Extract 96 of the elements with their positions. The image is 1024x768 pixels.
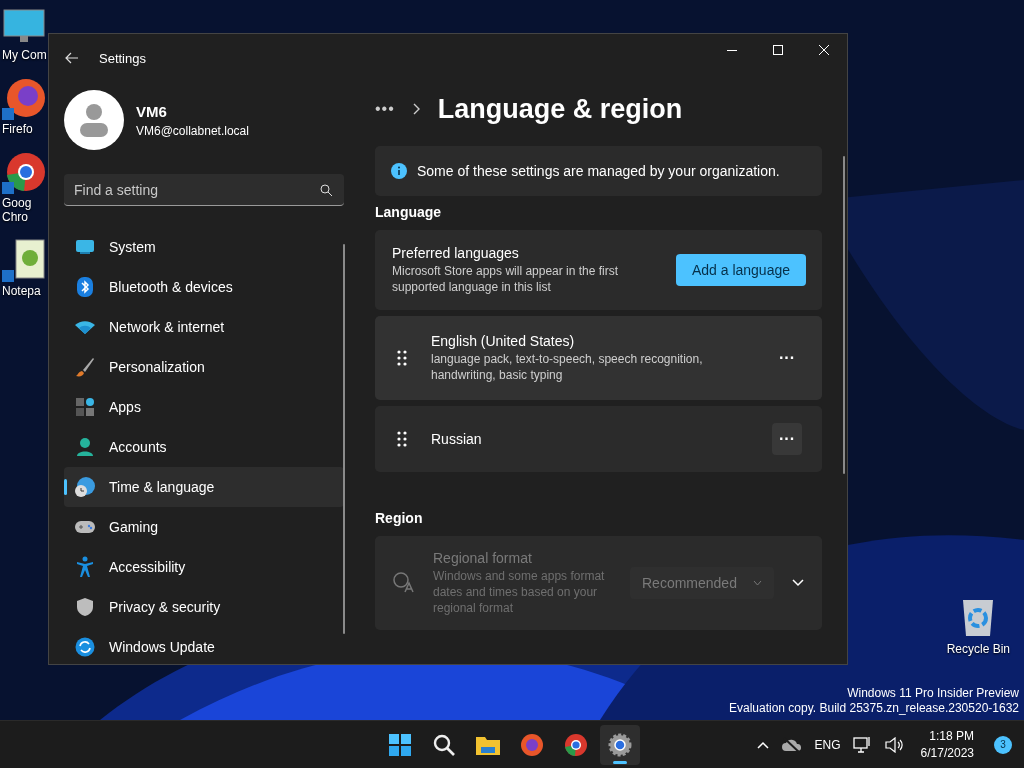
- drag-handle-icon: [397, 350, 407, 366]
- search-icon: [320, 184, 332, 196]
- running-indicator: [613, 761, 627, 764]
- search-field[interactable]: Find a setting: [64, 174, 344, 206]
- sidebar-item[interactable]: System: [64, 227, 344, 267]
- drag-handle-icon: [397, 431, 407, 447]
- language-features: language pack, text-to-speech, speech recognition, handwriting, basic typing: [431, 351, 704, 383]
- person-icon: [75, 437, 95, 457]
- desktop-icon-label[interactable]: Recycle Bin: [946, 642, 1010, 656]
- more-options-button[interactable]: ···: [772, 423, 802, 455]
- search-icon: [432, 733, 456, 757]
- language-name: English (United States): [431, 333, 576, 349]
- gamepad-icon: [74, 519, 96, 535]
- sidebar-item[interactable]: Privacy & security: [64, 587, 344, 627]
- desktop-icon-label[interactable]: Goog: [2, 196, 32, 210]
- desktop-icon-label[interactable]: Firefo: [2, 122, 33, 136]
- more-options-button[interactable]: ···: [772, 342, 802, 374]
- sidebar-item-label: Apps: [109, 399, 141, 415]
- language-row[interactable]: Russian ···: [375, 406, 822, 472]
- maximize-icon: [773, 45, 783, 55]
- profile-name: VM6: [136, 102, 168, 120]
- monitor-icon: [75, 239, 95, 255]
- card-title: Preferred languages: [392, 245, 520, 261]
- section-heading: Region: [375, 510, 424, 526]
- scrollbar[interactable]: [843, 156, 845, 474]
- build-info-text: Windows 11 Pro Insider Preview: [847, 686, 1019, 701]
- section-heading: Language: [375, 204, 443, 220]
- gear-icon: [608, 733, 632, 757]
- language-name: Russian: [431, 431, 483, 447]
- chrome-icon: [2, 150, 46, 194]
- minimize-icon: [727, 49, 737, 51]
- info-icon: [391, 163, 407, 179]
- back-arrow-icon: [65, 52, 79, 64]
- network-wired-icon: [852, 735, 873, 754]
- clock[interactable]: 1:18 PM 6/17/2023: [920, 727, 974, 762]
- sidebar-item[interactable]: Bluetooth & devices: [64, 267, 344, 307]
- sidebar-item-label: Network & internet: [109, 319, 225, 335]
- sidebar-item[interactable]: Windows Update: [64, 627, 344, 664]
- close-icon: [819, 45, 829, 55]
- notepad-icon: [2, 238, 46, 282]
- sidebar-item[interactable]: Personalization: [64, 347, 344, 387]
- input-language-indicator[interactable]: ENG: [814, 737, 841, 752]
- chrome-icon: [564, 733, 588, 757]
- accessibility-icon: [75, 556, 95, 578]
- sidebar-item-label: Personalization: [109, 359, 205, 375]
- globe-clock-icon: [74, 476, 96, 498]
- language-icon: [393, 572, 415, 594]
- build-info-text: Evaluation copy. Build 25375.zn_release.230520-1632: [729, 701, 1019, 716]
- sidebar-item-label: Accounts: [109, 439, 167, 455]
- volume-icon: [884, 736, 903, 753]
- chevron-up-icon: [756, 740, 769, 749]
- profile-email: VM6@collabnet.local: [136, 123, 249, 138]
- chevron-down-icon: [792, 579, 804, 587]
- sync-icon: [75, 637, 95, 657]
- add-language-button[interactable]: Add a language: [675, 254, 806, 286]
- sidebar-item[interactable]: Apps: [64, 387, 344, 427]
- sidebar-item-label: Windows Update: [109, 639, 215, 655]
- language-row[interactable]: English (United States) language pack, text-to-speech, speech recognition, handwriting, basic typing ···: [375, 316, 822, 400]
- card-description: Windows and some apps format dates and times based on your regional format: [433, 568, 606, 616]
- cloud-off-icon: [780, 736, 803, 753]
- sidebar-item[interactable]: Accessibility: [64, 547, 344, 587]
- firefox-icon: [2, 76, 46, 120]
- chevron-right-icon: [412, 103, 420, 115]
- sidebar-item-label: Accessibility: [109, 559, 186, 575]
- notification-badge[interactable]: 3: [994, 735, 1012, 754]
- shield-icon: [76, 597, 94, 617]
- sidebar-item[interactable]: Time & language: [64, 467, 344, 507]
- desktop-icon-label[interactable]: Chro: [2, 210, 28, 224]
- window-title: Settings: [99, 50, 147, 66]
- chevron-down-icon: [753, 580, 762, 586]
- breadcrumb-overflow[interactable]: •••: [375, 100, 395, 118]
- windows-start-icon: [388, 733, 412, 757]
- firefox-icon: [520, 733, 544, 757]
- desktop-icon-label[interactable]: Notepa: [2, 284, 41, 298]
- sidebar-item-label: Privacy & security: [109, 599, 221, 615]
- sidebar-item[interactable]: Accounts: [64, 427, 344, 467]
- sidebar-item-label: Gaming: [109, 519, 159, 535]
- desktop-icon-label[interactable]: My Com: [2, 48, 47, 62]
- notice-text: Some of these settings are managed by your organization.: [417, 163, 780, 179]
- folder-icon: [475, 734, 501, 756]
- apps-icon: [75, 397, 95, 417]
- sidebar-item-label: Bluetooth & devices: [109, 279, 233, 295]
- taskbar-button[interactable]: [600, 725, 640, 765]
- person-silhouette-icon: [78, 103, 110, 137]
- card-title: Regional format: [433, 550, 533, 566]
- selection-indicator: [64, 479, 67, 495]
- bluetooth-icon: [76, 277, 94, 297]
- sidebar-item[interactable]: Gaming: [64, 507, 344, 547]
- sidebar-item-label: System: [109, 239, 156, 255]
- scrollbar[interactable]: [343, 244, 345, 634]
- page-title: Language & region: [437, 93, 683, 125]
- wifi-icon: [74, 319, 96, 335]
- card-description: Microsoft Store apps will appear in the first supported language in this list: [392, 263, 620, 295]
- sidebar-item[interactable]: Network & internet: [64, 307, 344, 347]
- sidebar-item-label: Time & language: [109, 479, 215, 495]
- paintbrush-icon: [75, 357, 95, 377]
